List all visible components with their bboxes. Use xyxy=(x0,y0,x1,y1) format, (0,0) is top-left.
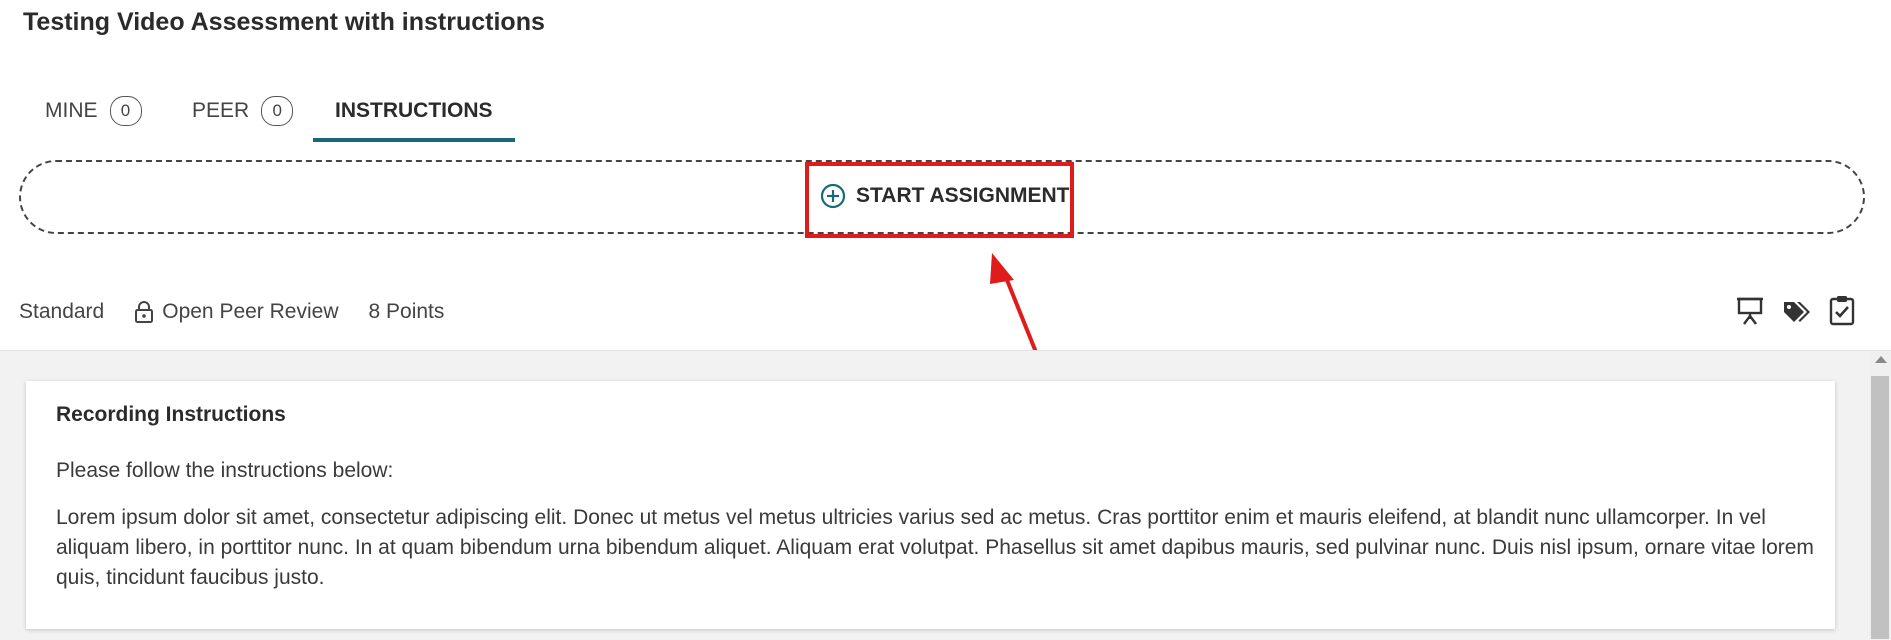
assignment-type: Standard xyxy=(19,300,105,323)
tags-icon[interactable] xyxy=(1782,294,1810,326)
toolbar-icons xyxy=(1736,294,1856,326)
instructions-heading: Recording Instructions xyxy=(56,403,286,426)
scroll-up-icon[interactable] xyxy=(1875,356,1887,363)
instructions-lead: Please follow the instructions below: xyxy=(56,459,394,482)
clipboard-check-icon[interactable] xyxy=(1828,294,1856,326)
assignment-meta: Standard Open Peer Review 8 Points xyxy=(19,296,474,328)
instructions-body: Lorem ipsum dolor sit amet, consectetur … xyxy=(56,506,1814,589)
points-value: 8 Points xyxy=(368,300,445,323)
peer-review-status: Open Peer Review xyxy=(134,300,339,324)
peer-review-label: Open Peer Review xyxy=(162,300,339,323)
instructions-card: Recording Instructions Please follow the… xyxy=(26,381,1835,629)
lock-icon xyxy=(135,301,154,323)
scrollbar-thumb[interactable] xyxy=(1871,376,1889,639)
presentation-icon[interactable] xyxy=(1736,294,1764,326)
